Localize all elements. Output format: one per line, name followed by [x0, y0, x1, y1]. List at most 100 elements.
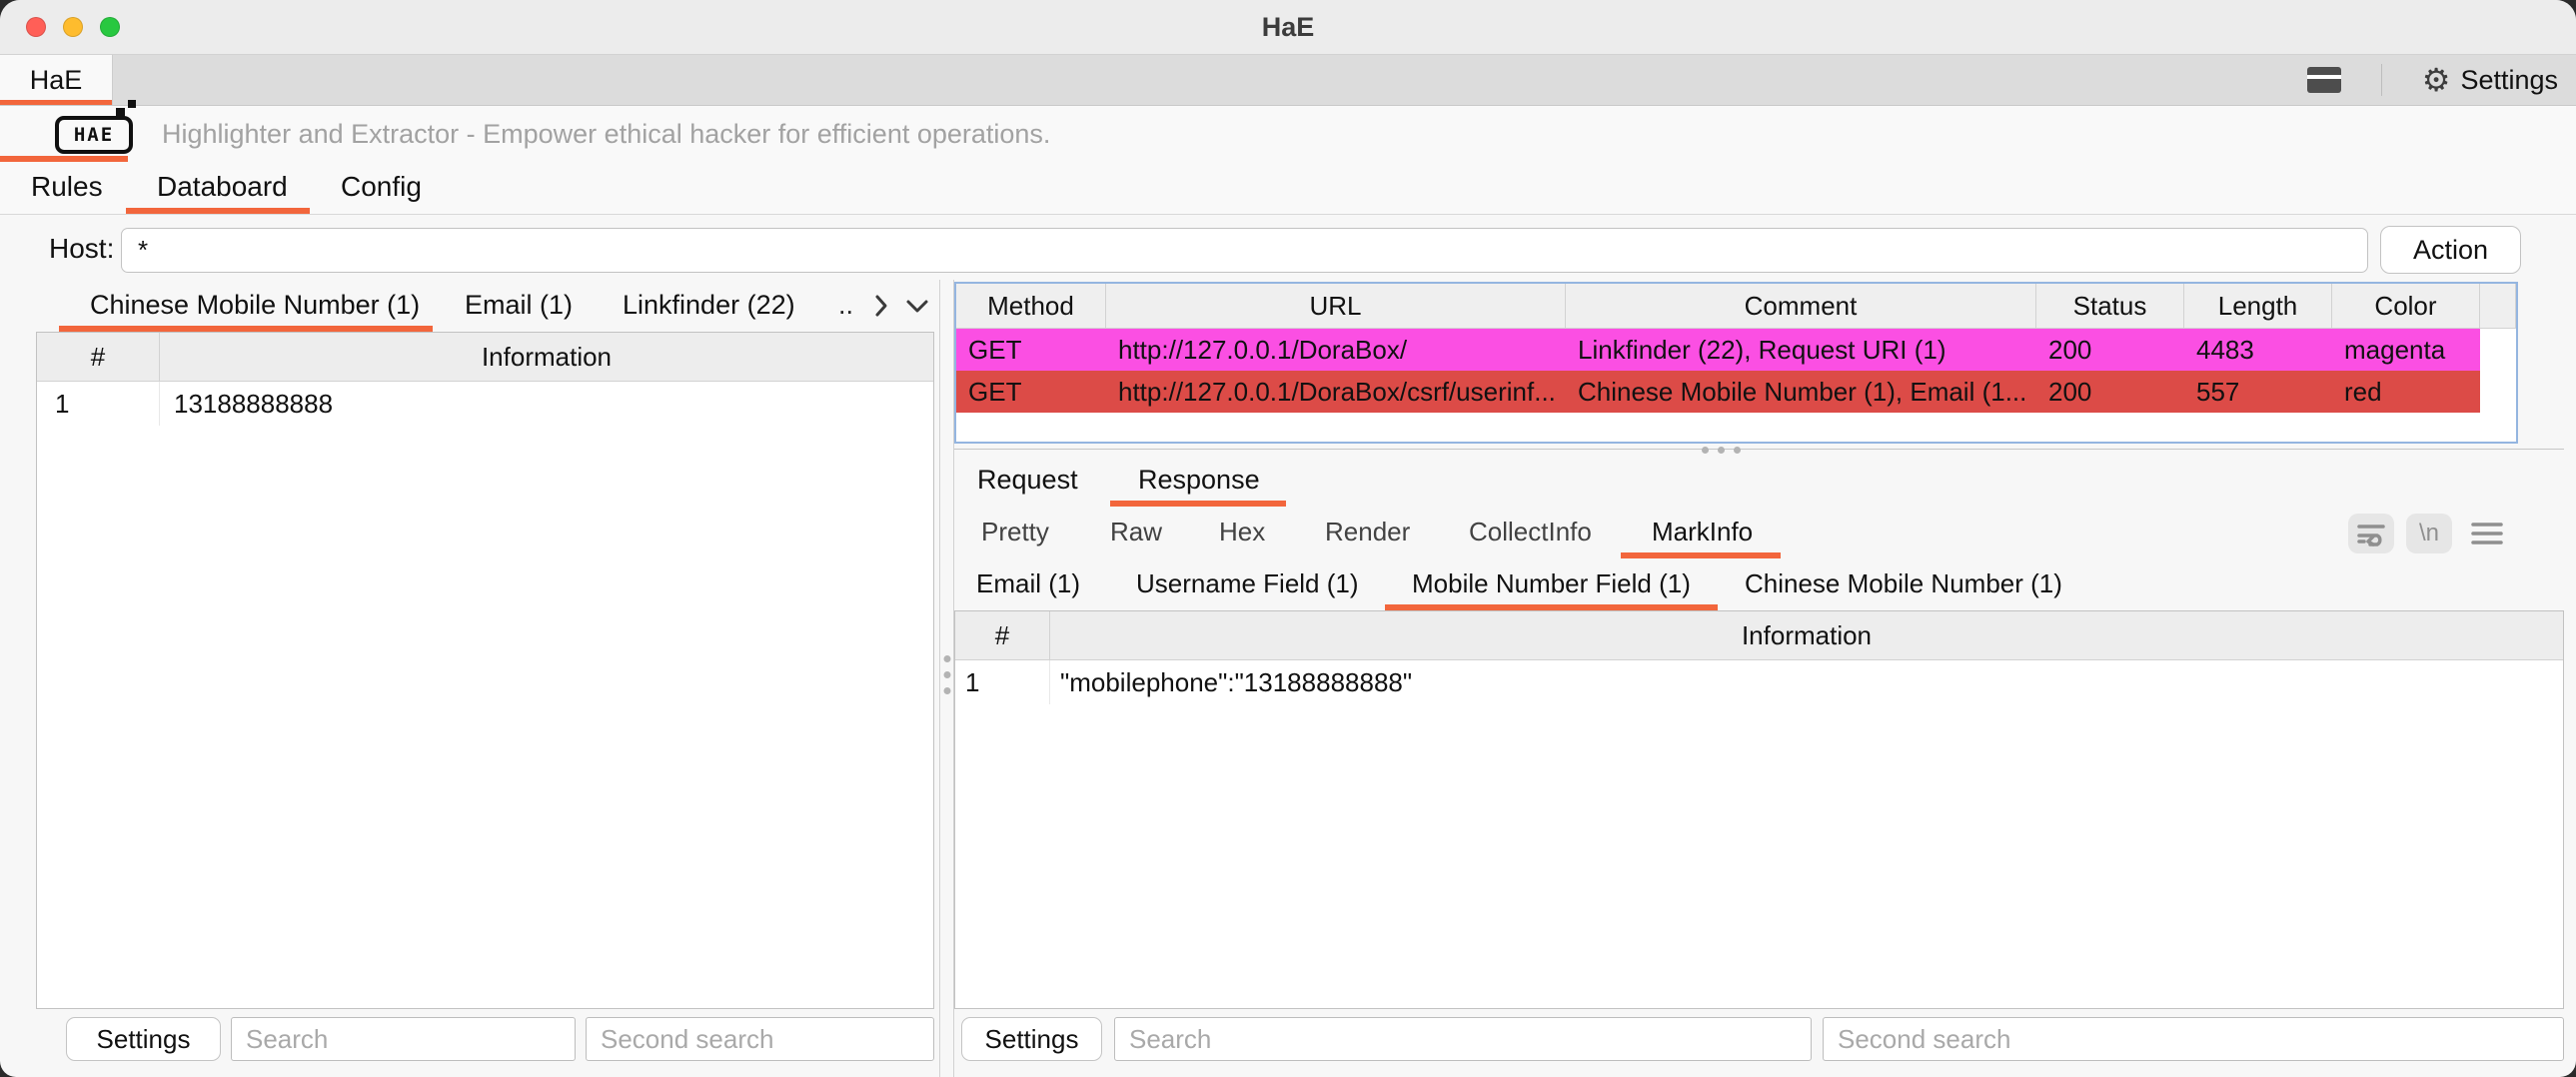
cell-status: 200 — [2036, 371, 2184, 413]
settings-button[interactable]: Settings — [961, 1017, 1102, 1061]
chevron-right-icon[interactable] — [873, 293, 889, 319]
word-wrap-icon — [2356, 520, 2386, 547]
gear-icon: ⚙ — [2422, 64, 2451, 96]
column-header-comment[interactable]: Comment — [1566, 284, 2036, 328]
vertical-splitter[interactable] — [939, 280, 954, 1077]
cell-color: red — [2332, 371, 2480, 413]
logo-pixel-decoration — [128, 100, 136, 108]
markinfo-table: # Information 1 "mobilephone":"131888888… — [954, 610, 2564, 1009]
column-header-url[interactable]: URL — [1106, 284, 1566, 328]
chevron-down-icon[interactable] — [903, 298, 931, 316]
logo-pixel-decoration — [116, 108, 125, 117]
column-header-num[interactable]: # — [955, 611, 1050, 659]
horizontal-splitter[interactable] — [954, 446, 2564, 455]
table-header: # Information — [955, 611, 2563, 660]
left-panel-footer: Settings — [36, 1017, 939, 1061]
burp-tab-hae[interactable]: HaE — [0, 55, 113, 105]
table-header: # Information — [37, 333, 933, 382]
tab-raw[interactable]: Raw — [1110, 507, 1162, 556]
tab-response[interactable]: Response — [1138, 455, 1260, 505]
burp-tab-label: HaE — [30, 65, 83, 96]
action-button[interactable]: Action — [2380, 226, 2521, 274]
row-num: 1 — [37, 382, 160, 426]
toolbar-divider — [2381, 64, 2382, 96]
request-row[interactable]: GET http://127.0.0.1/DoraBox/csrf/userin… — [956, 371, 2516, 413]
column-header-status[interactable]: Status — [2036, 284, 2184, 328]
table-row[interactable]: 1 "mobilephone":"13188888888" — [955, 660, 2563, 704]
main-nav-tabs: Rules Databoard Config — [0, 162, 2576, 215]
search-input[interactable] — [1114, 1017, 1812, 1061]
right-panel-footer: Settings — [954, 1017, 2564, 1061]
newline-icon: \n — [2419, 520, 2439, 547]
active-tab-indicator — [0, 100, 112, 105]
cell-color: magenta — [2332, 329, 2480, 371]
mark-tab-username-field[interactable]: Username Field (1) — [1136, 558, 1359, 608]
burp-tab-bar: HaE ⚙ Settings — [0, 55, 2576, 106]
column-header-information[interactable]: Information — [160, 333, 933, 381]
settings-button[interactable]: ⚙ Settings — [2422, 64, 2558, 96]
newline-toggle[interactable]: \n — [2406, 514, 2452, 553]
window-titlebar: HaE — [0, 0, 2576, 55]
cell-url: http://127.0.0.1/DoraBox/ — [1106, 329, 1566, 371]
mark-tab-mobile-number-field[interactable]: Mobile Number Field (1) — [1412, 558, 1691, 608]
request-row[interactable]: GET http://127.0.0.1/DoraBox/ Linkfinder… — [956, 329, 2516, 371]
cell-comment: Chinese Mobile Number (1), Email (1... — [1566, 371, 2036, 413]
host-input[interactable] — [121, 228, 2368, 273]
tab-overflow-ellipsis[interactable]: .. — [838, 280, 853, 330]
editor-menu-button[interactable] — [2468, 514, 2506, 553]
extension-header: HAE Highlighter and Extractor - Empower … — [0, 106, 2576, 162]
cell-status: 200 — [2036, 329, 2184, 371]
tab-rules[interactable]: Rules — [31, 162, 103, 212]
app-window: HaE HaE ⚙ Settings HAE Highlighter and E… — [0, 0, 2576, 1077]
layout-toggle-icon[interactable] — [2307, 67, 2341, 93]
column-header-information[interactable]: Information — [1050, 611, 2563, 659]
mark-tab-email[interactable]: Email (1) — [976, 558, 1080, 608]
tab-request[interactable]: Request — [977, 455, 1078, 505]
databoard-content: Chinese Mobile Number (1) Email (1) Link… — [0, 280, 2576, 1077]
tab-linkfinder[interactable]: Linkfinder (22) — [623, 280, 795, 330]
column-header-method[interactable]: Method — [956, 284, 1106, 328]
cell-length: 4483 — [2184, 329, 2332, 371]
settings-label: Settings — [2460, 65, 2558, 96]
settings-button[interactable]: Settings — [66, 1017, 221, 1061]
tab-config[interactable]: Config — [341, 162, 422, 212]
menu-icon — [2471, 521, 2503, 546]
cell-method: GET — [956, 371, 1106, 413]
window-title: HaE — [0, 0, 2576, 54]
cell-url: http://127.0.0.1/DoraBox/csrf/userinf... — [1106, 371, 1566, 413]
cell-method: GET — [956, 329, 1106, 371]
minimize-button[interactable] — [63, 17, 83, 37]
view-mode-tabs: Pretty Raw Hex Render CollectInfo MarkIn… — [954, 507, 2564, 558]
tagline: Highlighter and Extractor - Empower ethi… — [162, 106, 1050, 162]
message-tabs: Request Response — [954, 455, 2564, 507]
window-controls — [26, 17, 120, 37]
maximize-button[interactable] — [100, 17, 120, 37]
right-panel: Method URL Comment Status Length Color G… — [954, 280, 2564, 1077]
tab-collectinfo[interactable]: CollectInfo — [1469, 507, 1592, 556]
column-header-color[interactable]: Color — [2332, 284, 2480, 328]
tab-hex[interactable]: Hex — [1219, 507, 1265, 556]
tab-render[interactable]: Render — [1325, 507, 1410, 556]
tab-databoard[interactable]: Databoard — [157, 162, 288, 212]
column-header-length[interactable]: Length — [2184, 284, 2332, 328]
second-search-input[interactable] — [586, 1017, 934, 1061]
host-label: Host: — [49, 215, 114, 283]
tab-email[interactable]: Email (1) — [465, 280, 573, 330]
search-input[interactable] — [231, 1017, 576, 1061]
table-row[interactable]: 1 13188888888 — [37, 382, 933, 426]
row-information: "mobilephone":"13188888888" — [1050, 660, 2563, 704]
request-table: Method URL Comment Status Length Color G… — [954, 282, 2518, 444]
tab-pretty[interactable]: Pretty — [981, 507, 1049, 556]
column-header-num[interactable]: # — [37, 333, 160, 381]
second-search-input[interactable] — [1823, 1017, 2564, 1061]
mark-tab-chinese-mobile-number[interactable]: Chinese Mobile Number (1) — [1745, 558, 2062, 608]
tab-markinfo[interactable]: MarkInfo — [1652, 507, 1753, 556]
close-button[interactable] — [26, 17, 46, 37]
markinfo-tabs: Email (1) Username Field (1) Mobile Numb… — [954, 558, 2564, 610]
column-header-filler — [2480, 284, 2516, 328]
extracted-data-table: # Information 1 13188888888 — [36, 332, 934, 1009]
row-information: 13188888888 — [160, 382, 933, 426]
row-num: 1 — [955, 660, 1050, 704]
tab-chinese-mobile-number[interactable]: Chinese Mobile Number (1) — [90, 280, 420, 330]
word-wrap-toggle[interactable] — [2348, 514, 2394, 553]
